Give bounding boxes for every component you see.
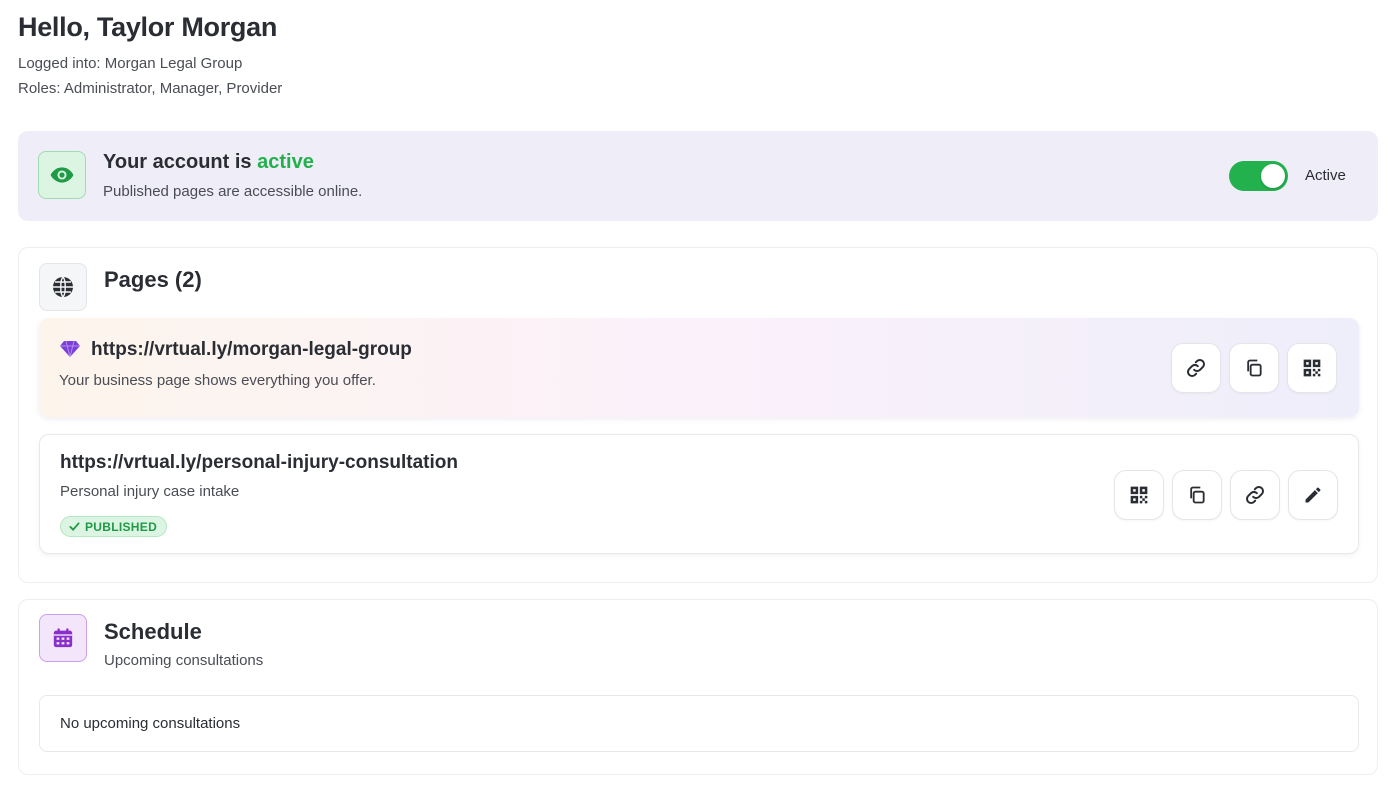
status-word: active: [257, 151, 314, 173]
link-icon: [1246, 486, 1264, 504]
schedule-card: Schedule Upcoming consultations No upcom…: [18, 599, 1378, 775]
pages-card: Pages (2) https://vrtual.ly/morgan-legal…: [18, 247, 1378, 583]
page-description: Personal injury case intake: [60, 483, 240, 500]
calendar-icon: [39, 614, 87, 662]
qr-code-button[interactable]: [1114, 470, 1164, 520]
account-status-card: Your account is active Published pages a…: [18, 131, 1378, 221]
account-status-subtitle: Published pages are accessible online.: [103, 183, 363, 200]
account-active-toggle[interactable]: [1229, 161, 1288, 191]
schedule-subtitle: Upcoming consultations: [104, 652, 264, 669]
published-badge: PUBLISHED: [60, 516, 168, 537]
toggle-knob: [1261, 164, 1285, 188]
qr-code-icon: [1303, 359, 1321, 377]
status-title-prefix: Your account is: [103, 151, 258, 173]
pencil-icon: [1305, 487, 1321, 503]
edit-button[interactable]: [1288, 470, 1338, 520]
gem-icon: [59, 340, 81, 363]
copy-link-button[interactable]: [1230, 470, 1280, 520]
logged-into-text: Logged into: Morgan Legal Group: [18, 55, 243, 72]
account-status-title: Your account is active: [103, 151, 314, 174]
copy-link-button[interactable]: [1171, 343, 1221, 393]
page-url[interactable]: https://vrtual.ly/personal-injury-consul…: [60, 452, 458, 474]
qr-code-button[interactable]: [1287, 343, 1337, 393]
pages-title: Pages (2): [104, 267, 202, 292]
page-description: Your business page shows everything you …: [59, 372, 376, 389]
greeting-title: Hello, Taylor Morgan: [18, 12, 278, 42]
copy-icon: [1247, 359, 1262, 377]
empty-consultations-box: No upcoming consultations: [39, 695, 1359, 752]
qr-code-icon: [1130, 486, 1148, 504]
roles-text: Roles: Administrator, Manager, Provider: [18, 80, 283, 97]
globe-icon: [39, 263, 87, 311]
empty-consultations-text: No upcoming consultations: [60, 715, 241, 732]
duplicate-button[interactable]: [1172, 470, 1222, 520]
schedule-title: Schedule: [104, 619, 202, 644]
link-icon: [1187, 359, 1205, 377]
copy-icon: [1190, 486, 1205, 504]
toggle-label: Active: [1305, 167, 1346, 184]
check-icon: [69, 522, 80, 532]
page-url[interactable]: https://vrtual.ly/morgan-legal-group: [91, 339, 412, 361]
badge-label: PUBLISHED: [85, 519, 158, 534]
duplicate-button[interactable]: [1229, 343, 1279, 393]
page-item-consultation: https://vrtual.ly/personal-injury-consul…: [39, 434, 1359, 554]
page-item-business: https://vrtual.ly/morgan-legal-group You…: [39, 318, 1359, 417]
eye-icon: [38, 151, 86, 199]
